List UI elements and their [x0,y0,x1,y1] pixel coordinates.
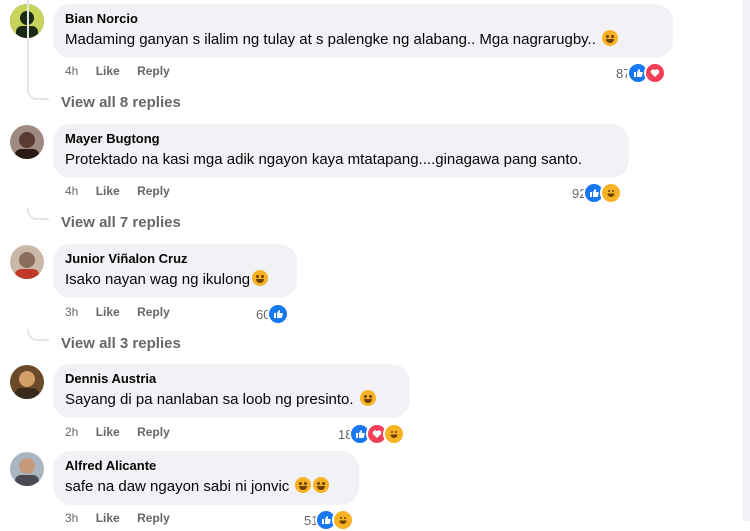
like-button[interactable]: Like [96,184,120,198]
like-button[interactable]: Like [96,64,120,78]
comment-bubble: Junior Viñalon Cruz Isako nayan wag ng i… [53,244,297,298]
reaction-summary[interactable]: 92 [572,182,623,204]
comment-author[interactable]: Dennis Austria [65,371,398,387]
thread-line [27,208,49,220]
comment-bubble: Dennis Austria Sayang di pa nanlaban sa … [53,364,410,418]
scrollbar[interactable] [742,0,750,521]
smile-emoji-icon [602,30,619,46]
reply-button[interactable]: Reply [137,64,170,78]
reaction-summary[interactable]: 51 [304,509,355,531]
reply-button[interactable]: Reply [137,425,170,439]
view-replies-link[interactable]: View all 8 replies [61,94,181,111]
comment-body: Isako nayan wag ng ikulong [65,271,251,288]
comment-actions: 3h Like Reply [65,511,184,525]
haha-reaction-icon [332,509,355,531]
comment-time[interactable]: 4h [65,64,78,78]
reaction-summary[interactable]: 18 [338,423,406,445]
haha-reaction-icon [383,423,406,445]
reaction-summary[interactable]: 87 [616,62,667,84]
avatar[interactable] [10,452,44,486]
comment-text: safe na daw ngayon sabi ni jonvic [65,477,347,497]
comment-time[interactable]: 3h [65,305,78,319]
haha-reaction-icon [600,182,623,204]
comment-author[interactable]: Junior Viñalon Cruz [65,251,285,267]
haha-emoji-icon [252,270,269,286]
avatar-image [10,452,44,486]
like-button[interactable]: Like [96,511,120,525]
avatar[interactable] [10,125,44,159]
comment-text: Protektado na kasi mga adik ngayon kaya … [65,151,583,168]
avatar-image [10,245,44,279]
comment-actions: 2h Like Reply [65,425,184,439]
like-button[interactable]: Like [96,305,120,319]
comment-time[interactable]: 2h [65,425,78,439]
comment-bubble: Mayer Bugtong Protektado na kasi mga adi… [53,124,629,178]
grin-emoji-icon [359,390,376,406]
avatar[interactable] [10,245,44,279]
love-reaction-icon [644,62,667,84]
comment-text: Madaming ganyan s ilalim ng tulay at s p… [65,30,661,50]
comment-author[interactable]: Mayer Bugtong [65,131,617,147]
comment-body: safe na daw ngayon sabi ni jonvic [65,478,290,495]
comment-time[interactable]: 3h [65,511,78,525]
thread-line [27,0,29,88]
comment-author[interactable]: Alfred Alicante [65,458,347,474]
view-replies-link[interactable]: View all 7 replies [61,214,181,231]
comment-actions: 4h Like Reply [65,184,184,198]
like-button[interactable]: Like [96,425,120,439]
comment-body: Sayang di pa nanlaban sa loob ng presint… [65,391,354,408]
like-reaction-icon [267,303,290,325]
comment-actions: 3h Like Reply [65,305,184,319]
comment-actions: 4h Like Reply [65,64,184,78]
haha-emoji-icon [313,477,330,493]
haha-emoji-icon [295,477,312,493]
reply-button[interactable]: Reply [137,184,170,198]
comment-body: Madaming ganyan s ilalim ng tulay at s p… [65,31,596,48]
comment-text: Sayang di pa nanlaban sa loob ng presint… [65,390,398,410]
thread-line [27,88,49,100]
comment-time[interactable]: 4h [65,184,78,198]
thread-line [27,329,49,341]
comment-bubble: Alfred Alicante safe na daw ngayon sabi … [53,451,359,505]
reaction-summary[interactable]: 60 [256,303,290,325]
avatar-image [10,365,44,399]
view-replies-link[interactable]: View all 3 replies [61,335,181,352]
reply-button[interactable]: Reply [137,511,170,525]
comment-text: Isako nayan wag ng ikulong [65,270,285,290]
comment-bubble: Bian Norcio Madaming ganyan s ilalim ng … [53,4,673,58]
reply-button[interactable]: Reply [137,305,170,319]
avatar[interactable] [10,365,44,399]
avatar-image [10,125,44,159]
comment-author[interactable]: Bian Norcio [65,11,661,27]
